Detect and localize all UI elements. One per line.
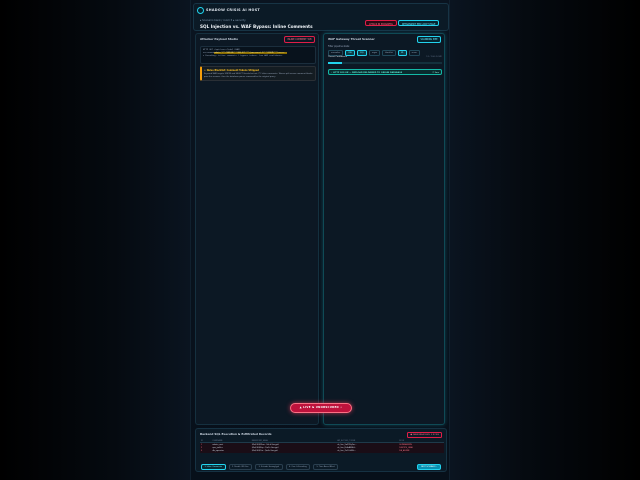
breach-badge: ● DATA BREACHED: 3 ROWS [407, 431, 442, 438]
threat-confidence-fill [328, 62, 342, 64]
threat-confidence-value: 12 / 100 (LOW) [426, 56, 442, 58]
attack-status-button[interactable]: ATTACK IN PROGRESS [365, 20, 397, 26]
next-scenario-button[interactable]: NEXT SCENARIO › [417, 464, 441, 470]
scenario-tab[interactable]: 5. Time-Based Blind [313, 464, 338, 470]
records-table: ID USERNAME PASSWORD_HASH API_ACCESS_TOKEN R… [200, 439, 444, 453]
retransmit-button[interactable]: RETRANSMIT PER LOOP STAGE [398, 20, 440, 26]
pipeline-label: Filter pipeline state: [328, 45, 350, 48]
attacker-payload-panel: Attacker Payload Studio INLINE COMMENT T… [195, 33, 319, 425]
table-cell: sk_live_Zx12vN3k... [337, 449, 357, 452]
inline-comment-tab-badge[interactable]: INLINE COMMENT TAB [283, 36, 315, 43]
scenario-tab[interactable]: 3. Unicode Homoglyph [255, 464, 283, 470]
exfiltrated-records-panel: Backend SQL Execution & Exfiltrated Reco… [195, 428, 447, 472]
breadcrumb[interactable]: ▸ Scenario bank / room 5 ▸ security [200, 19, 246, 22]
table-cell: db_operator [212, 449, 224, 452]
brand-name: SHADOW CRISIS AI HOST [206, 8, 261, 12]
scenario-tab[interactable]: 2. Double URL Enc [228, 464, 253, 470]
scenario-tab[interactable]: 4. Case & Encoding [285, 464, 311, 470]
app-header: SHADOW CRISIS AI HOST ▸ Scenario bank / … [193, 3, 449, 31]
warning-title: ⚠ Naive Blocklist: Comment Tokens Stripp… [204, 69, 259, 72]
page-title: SQL Injection vs. WAF Bypass: Inline Com… [200, 24, 313, 29]
table-cell: 3 [201, 449, 203, 452]
background-left [0, 0, 190, 480]
warning-box: ⚠ Naive Blocklist: Comment Tokens Stripp… [200, 66, 316, 81]
table-body: 1 admin_root $2a$10$Xhsz...9vLd (bcrypt) sk… [200, 442, 444, 453]
table-cell: DB_ADMIN [399, 449, 410, 452]
live-toggle-button[interactable]: ▲ LIVE & UNOBSCURED ⚡ [290, 403, 352, 413]
encoding-note: ▸ Encoding: inline comments / bypass tok… [203, 55, 284, 57]
payload-code-editor[interactable]: HTTP GET /api/users?id=1 (WAF) username=… [200, 46, 316, 64]
panel-title: WAF Gateway Threat Scanner [328, 37, 375, 41]
panel-title: Attacker Payload Studio [200, 37, 238, 41]
logo-icon [197, 7, 204, 14]
response-time: ⏱ 3ms [432, 71, 439, 74]
payload-prefix: username= [203, 52, 215, 54]
table-row[interactable]: 3 db_operator $2a$10$Ym...Qe4v (bcrypt) sk_… [200, 449, 444, 453]
scanning-badge[interactable]: SCANNING PIPE [416, 36, 441, 43]
http-status: ⚡ HTTP 200 OK — PAYLOAD DELIVERED TO ORI… [331, 71, 403, 74]
records-title: Backend SQL Execution & Exfiltrated Reco… [200, 432, 272, 436]
threat-confidence-bar [328, 62, 442, 64]
app-window: SHADOW CRISIS AI HOST ▸ Scenario bank / … [190, 0, 450, 480]
http-status-box: ⚡ HTTP 200 OK — PAYLOAD DELIVERED TO ORI… [328, 69, 442, 75]
scenario-tab[interactable]: 1. Inline Comments [201, 464, 226, 470]
background-right [450, 0, 640, 480]
threat-confidence-label: Threat Confidence [328, 56, 348, 58]
warning-body: Keyword WAF targets UNION and SELECT lit… [204, 73, 313, 78]
payload-highlight: admin'/**/UNION/**/SELECT/**/password,1/… [214, 52, 287, 54]
waf-scanner-panel: WAF Gateway Threat Scanner SCANNING PIPE… [323, 33, 445, 425]
table-cell: $2a$10$Ym...Qe4v (bcrypt) [251, 449, 279, 452]
scenario-tabs: 1. Inline Comments 2. Double URL Enc 3. Un… [201, 464, 338, 470]
